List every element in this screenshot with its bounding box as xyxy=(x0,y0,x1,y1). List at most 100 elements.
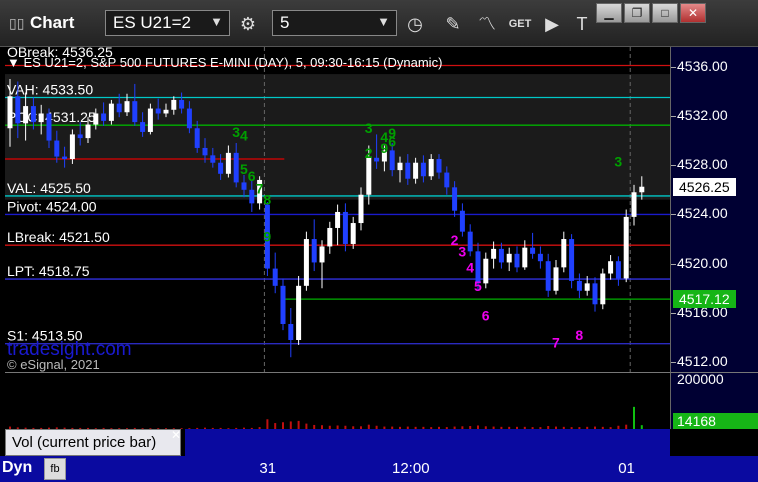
window-title: Chart xyxy=(30,13,75,32)
price-plot-svg: VAH: 4533.50POC: 4531.25VAL: 4525.50Pivo… xyxy=(5,44,670,372)
candle-body-79 xyxy=(623,216,629,279)
candle-body-34 xyxy=(272,268,278,286)
dynamic-mode-label[interactable]: Dyn xyxy=(2,459,32,477)
candle-body-59 xyxy=(467,231,473,252)
count-label-10: 9 xyxy=(380,140,388,156)
price-chart[interactable]: VAH: 4533.50POC: 4531.25VAL: 4525.50Pivo… xyxy=(5,44,670,372)
candle-body-80 xyxy=(631,192,637,217)
candle-body-23 xyxy=(186,108,192,129)
candle-body-67 xyxy=(530,247,536,254)
volume-chart[interactable] xyxy=(5,372,670,429)
close-button[interactable]: ✕ xyxy=(680,3,706,23)
volume-plot-svg xyxy=(9,406,643,429)
count-label-5: 8 xyxy=(263,192,271,208)
candle-body-54 xyxy=(428,159,434,177)
candle-body-73 xyxy=(576,280,582,291)
level-label-3: VAL: 4525.50 xyxy=(7,180,91,196)
candle-body-46 xyxy=(366,157,372,195)
count-label-7: 3 xyxy=(365,120,373,136)
candle-body-68 xyxy=(537,253,543,262)
candle-body-81 xyxy=(639,186,645,193)
y-tick-label: 4528.00 xyxy=(677,156,728,173)
candle-body-70 xyxy=(553,267,559,291)
y-tick-label: 4524.00 xyxy=(677,205,728,222)
candle-body-11 xyxy=(93,113,99,125)
candle-body-50 xyxy=(397,162,403,171)
candle-body-53 xyxy=(420,162,426,177)
close-icon[interactable]: ✕ xyxy=(171,428,181,442)
line-tool-icon[interactable]: 〽 xyxy=(472,10,502,38)
candle-body-12 xyxy=(101,113,107,121)
count-label-0: 3 xyxy=(232,124,240,140)
x-tick-label: 01 xyxy=(618,460,635,477)
count-label-18: 6 xyxy=(482,307,490,323)
candle-body-10 xyxy=(85,124,91,139)
chevron-down-icon[interactable]: ▼ xyxy=(210,14,223,29)
candle-body-35 xyxy=(280,285,286,324)
y-tick-label: 4532.00 xyxy=(677,106,728,123)
candle-body-30 xyxy=(241,182,247,190)
lpt-price-label: 4517.12 xyxy=(673,290,736,309)
candle-body-58 xyxy=(459,210,465,232)
title-bar: ▯▯ Chart ES U21=2 ▼ ⚙ 5 ▼ ◷ ✎ 〽 GET ▶ T … xyxy=(0,0,758,47)
count-label-19: 7 xyxy=(552,334,560,350)
x-tick-label: 31 xyxy=(259,460,277,477)
candle-body-49 xyxy=(389,150,395,171)
candle-body-6 xyxy=(54,140,60,157)
candle-body-66 xyxy=(522,247,528,268)
candle-body-39 xyxy=(311,239,317,263)
minimize-button[interactable]: ▁ xyxy=(596,3,622,23)
count-label-2: 5 xyxy=(240,161,248,177)
candle-body-64 xyxy=(506,253,512,263)
candle-body-44 xyxy=(350,223,356,244)
count-label-1: 4 xyxy=(240,128,248,144)
candle-body-62 xyxy=(491,248,497,259)
pencil-icon[interactable]: ✎ xyxy=(438,10,468,38)
candle-body-31 xyxy=(249,189,255,204)
candle-body-27 xyxy=(218,162,224,174)
count-label-3: 6 xyxy=(248,168,256,184)
candle-body-5 xyxy=(46,113,52,141)
count-label-17: 5 xyxy=(474,278,482,294)
volume-max-label: 200000 xyxy=(677,371,724,387)
y-tick-mark xyxy=(671,115,676,117)
last-price-label: 4526.25 xyxy=(673,177,736,196)
candle-body-17 xyxy=(140,122,146,132)
candle-body-13 xyxy=(108,103,114,121)
candle-body-24 xyxy=(194,128,200,148)
x-tick-label: 12:00 xyxy=(392,460,430,477)
clock-icon[interactable]: ◷ xyxy=(400,10,430,38)
volume-bar-37 xyxy=(297,420,300,429)
volume-legend[interactable]: Vol (current price bar) xyxy=(5,429,181,456)
level-label-6: LPT: 4518.75 xyxy=(7,263,90,279)
volume-bar-80 xyxy=(633,406,635,429)
chevron-down-icon[interactable]: ▼ xyxy=(377,14,390,29)
maximize-button[interactable]: □ xyxy=(652,3,678,23)
text-tool-icon[interactable]: T xyxy=(567,10,597,38)
get-icon[interactable]: GET xyxy=(505,10,535,38)
candle-body-9 xyxy=(77,134,83,139)
restore-button[interactable]: ❐ xyxy=(624,3,650,23)
level-label-4: Pivot: 4524.00 xyxy=(7,198,97,214)
volume-axis: 200000 14168 xyxy=(670,371,758,429)
count-label-15: 3 xyxy=(458,243,466,259)
price-axis[interactable]: 4512.00 4516.00 4520.00 4524.00 4528.00 4532.… xyxy=(670,47,758,372)
candle-body-38 xyxy=(303,239,309,286)
candle-body-2 xyxy=(23,106,29,124)
volume-legend-band xyxy=(185,429,670,456)
y-tick-mark xyxy=(671,66,676,68)
candle-body-52 xyxy=(413,162,419,179)
candle-body-3 xyxy=(30,106,36,123)
candle-body-71 xyxy=(561,239,567,268)
play-icon[interactable]: ▶ xyxy=(537,10,567,38)
gear-icon[interactable]: ⚙ xyxy=(233,10,263,38)
candle-body-36 xyxy=(288,323,294,340)
symbol-combo[interactable]: ES U21=2 ▼ xyxy=(105,10,230,36)
interval-value: 5 xyxy=(280,13,290,32)
interval-combo[interactable]: 5 ▼ xyxy=(272,10,397,36)
y-tick-mark xyxy=(671,214,676,216)
level-label-5: LBreak: 4521.50 xyxy=(7,229,110,245)
symbol-value: ES U21=2 xyxy=(113,13,191,32)
formula-icon[interactable]: fb xyxy=(44,458,66,480)
candle-body-40 xyxy=(319,246,325,263)
